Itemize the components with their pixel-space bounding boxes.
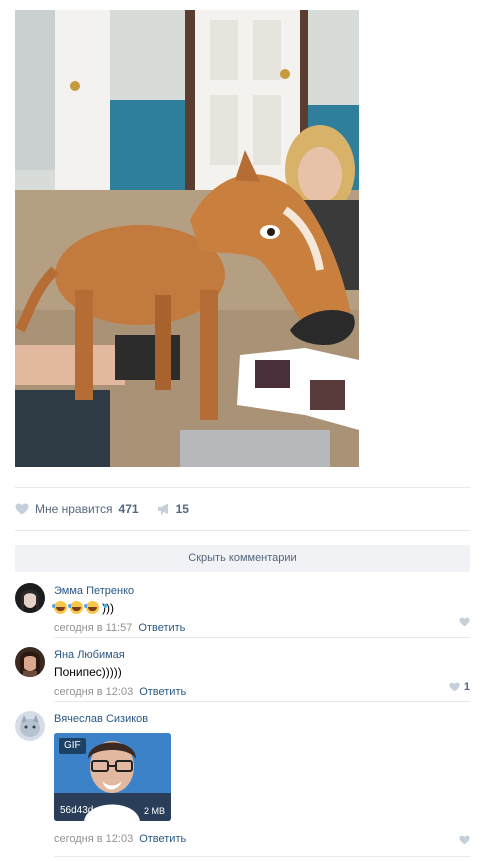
divider-top bbox=[15, 487, 470, 488]
gif-attachment[interactable]: GIF 56d43d.gif 2 MB bbox=[54, 733, 171, 821]
hide-comments-button[interactable]: Скрыть комментарии bbox=[15, 545, 470, 572]
comment-meta: сегодня в 12:03 Ответить bbox=[54, 685, 470, 699]
laughing-emoji-icon bbox=[84, 601, 107, 614]
like-count: 471 bbox=[118, 502, 139, 516]
comment-text: Понипес))))) bbox=[54, 665, 122, 679]
comment-divider bbox=[54, 856, 470, 857]
avatar-icon bbox=[15, 647, 45, 677]
post-actions: Мне нравится 471 15 bbox=[15, 500, 207, 518]
comment-time: сегодня в 11:57 bbox=[54, 622, 133, 634]
avatar-icon bbox=[15, 583, 45, 613]
divider-bottom bbox=[15, 530, 470, 531]
avatar[interactable] bbox=[15, 583, 45, 613]
comment-time: сегодня в 12:03 bbox=[54, 833, 134, 845]
like-button[interactable]: Мне нравится 471 bbox=[15, 502, 139, 516]
share-button[interactable]: 15 bbox=[157, 502, 189, 516]
comment-author[interactable]: Яна Любимая bbox=[54, 648, 125, 662]
comment-meta: сегодня в 11:57 Ответить bbox=[54, 621, 470, 635]
heart-icon bbox=[15, 503, 29, 515]
comment-item: Вячеслав Сизиков GIF 56d43d.gif 2 MB сег… bbox=[15, 711, 470, 851]
share-count: 15 bbox=[175, 502, 189, 516]
heart-icon bbox=[459, 617, 470, 627]
like-label: Мне нравится bbox=[35, 502, 113, 516]
avatar[interactable] bbox=[15, 711, 45, 741]
comment-time: сегодня в 12:03 bbox=[54, 686, 134, 698]
comment-item: Яна Любимая Понипес))))) сегодня в 12:03… bbox=[15, 647, 470, 698]
comment-like-button[interactable] bbox=[459, 617, 470, 627]
laughing-emoji-icon bbox=[52, 601, 75, 614]
horse-mask-photo-icon bbox=[15, 10, 359, 467]
comment-like-button[interactable]: 1 bbox=[449, 681, 470, 693]
megaphone-icon bbox=[157, 503, 168, 515]
reply-link[interactable]: Ответить bbox=[139, 686, 186, 698]
heart-icon bbox=[449, 682, 460, 692]
comment-divider bbox=[54, 701, 470, 702]
heart-icon bbox=[459, 835, 470, 845]
comment-like-button[interactable] bbox=[459, 835, 470, 845]
post-photo[interactable] bbox=[15, 10, 359, 467]
comment-text: ))) bbox=[52, 601, 470, 616]
laughing-emoji-icon bbox=[68, 601, 91, 614]
comment-meta: сегодня в 12:03 Ответить bbox=[54, 832, 186, 846]
reply-link[interactable]: Ответить bbox=[138, 622, 185, 634]
gif-badge: GIF bbox=[59, 738, 86, 754]
gif-filename: 56d43d.gif bbox=[60, 805, 107, 816]
reply-link[interactable]: Ответить bbox=[139, 833, 186, 845]
comment-like-count: 1 bbox=[463, 681, 470, 693]
comment-author[interactable]: Вячеслав Сизиков bbox=[54, 712, 148, 726]
comment-author[interactable]: Эмма Петренко bbox=[54, 584, 134, 598]
comment-divider bbox=[54, 637, 470, 638]
avatar-icon bbox=[15, 711, 45, 741]
avatar[interactable] bbox=[15, 647, 45, 677]
gif-filesize: 2 MB bbox=[143, 806, 165, 816]
comment-item: Эмма Петренко ))) сегодня в 11:57 Ответит… bbox=[15, 583, 470, 634]
